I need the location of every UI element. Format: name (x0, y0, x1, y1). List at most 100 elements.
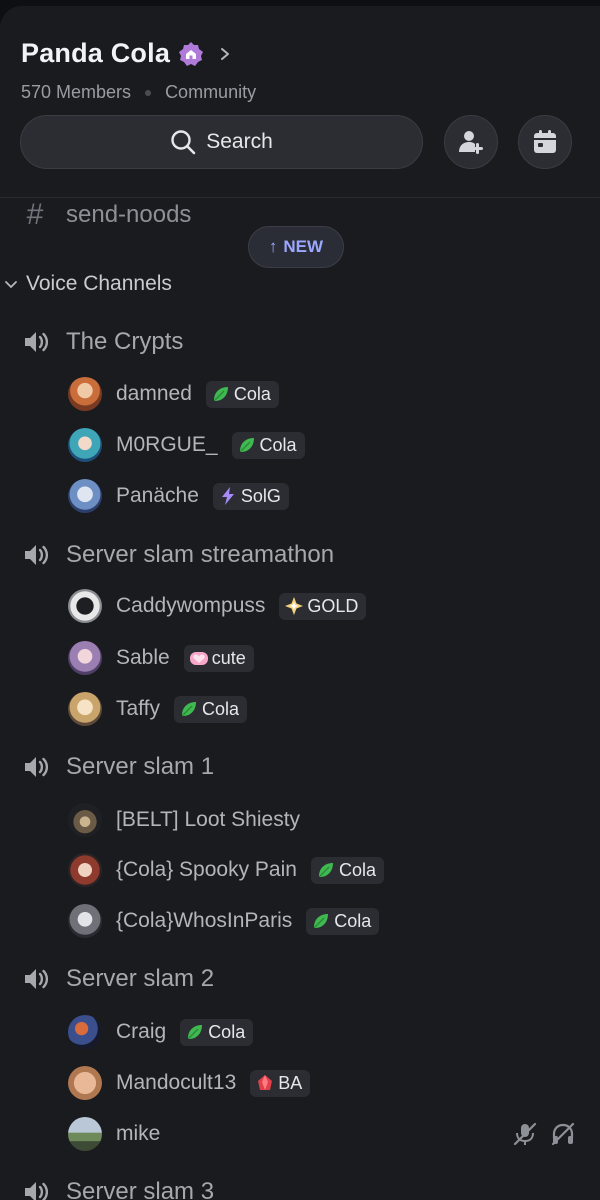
avatar (68, 1066, 102, 1100)
new-label: NEW (283, 237, 324, 256)
role-tag-label: SolG (240, 485, 281, 506)
invite-members-button[interactable] (444, 115, 498, 169)
add-user-icon (459, 131, 483, 154)
leaf-icon (181, 702, 196, 716)
role-tag: Cola (306, 907, 380, 935)
voice-member[interactable]: Taffy Cola (68, 691, 247, 727)
voice-channel-server-slam-streamathon[interactable]: Server slam streamathon (22, 541, 334, 569)
voice-member[interactable]: {Cola}WhosInParis Cola (68, 903, 380, 939)
role-tag-label: Cola (334, 910, 372, 931)
role-tag: Cola (205, 380, 279, 408)
role-tag-label: cute (211, 647, 246, 668)
avatar (68, 641, 102, 675)
heart-icon (189, 652, 208, 665)
server-name[interactable]: Panda Cola (21, 38, 170, 69)
voice-channel-name: The Crypts (66, 328, 184, 355)
server-panel: Panda Cola 570 Members Community Search … (0, 6, 600, 1200)
boost-badge-icon (178, 41, 204, 67)
avatar (68, 692, 102, 726)
voice-channel-name: Server slam streamathon (66, 541, 335, 568)
role-tag-label: Cola (338, 859, 376, 880)
avatar (68, 589, 102, 623)
member-name: Sable (116, 646, 170, 669)
role-tag: Cola (173, 695, 247, 723)
voice-channel-server-slam-1[interactable]: Server slam 1 (22, 753, 214, 781)
channel-list: # send-noods ↑ NEW Voice Channels The Cr… (0, 192, 600, 1200)
hash-icon: # (26, 198, 44, 231)
voice-member[interactable]: Craig Cola (68, 1014, 254, 1050)
voice-channel-server-slam-2[interactable]: Server slam 2 (22, 965, 214, 993)
voice-channel-name: Server slam 2 (66, 965, 215, 992)
speaker-icon (25, 545, 49, 565)
role-tag: Cola (231, 431, 305, 459)
chevron-right-icon[interactable] (218, 47, 232, 61)
speaker-icon (25, 332, 49, 352)
voice-member[interactable]: M0RGUE_ Cola (68, 427, 305, 463)
voice-channel-name: Server slam 1 (66, 753, 215, 780)
member-name: Mandocult13 (116, 1071, 237, 1094)
server-type: Community (165, 82, 257, 102)
member-name: {Cola} Spooky Pain (116, 858, 297, 881)
calendar-icon (534, 130, 556, 153)
server-title-row[interactable]: Panda Cola (21, 38, 232, 69)
gem-icon (258, 1075, 273, 1090)
avatar (68, 904, 102, 938)
role-tag: GOLD (279, 592, 367, 620)
speaker-icon (25, 969, 49, 989)
speaker-icon (25, 1182, 49, 1200)
member-name: Craig (116, 1020, 167, 1043)
voice-member[interactable]: Caddywompuss GOLD (68, 588, 367, 624)
role-tag-label: Cola (259, 434, 297, 455)
voice-channel-server-slam-3[interactable]: Server slam 3 (22, 1178, 214, 1200)
avatar (68, 803, 102, 837)
category-label: Voice Channels (26, 272, 172, 295)
role-tag-label: GOLD (307, 595, 359, 616)
server-header: Panda Cola 570 Members Community Search (0, 6, 600, 198)
member-name: M0RGUE_ (116, 433, 218, 456)
role-tag: SolG (212, 482, 289, 510)
member-status-icons (512, 1121, 576, 1147)
voice-member[interactable]: Mandocult13 BA (68, 1065, 311, 1101)
speaker-icon (25, 757, 49, 777)
avatar (68, 1015, 102, 1049)
voice-channel-name: Server slam 3 (66, 1178, 215, 1200)
voice-member[interactable]: damned Cola (68, 376, 279, 412)
voice-channel-the-crypts[interactable]: The Crypts (22, 328, 183, 356)
search-label: Search (206, 130, 273, 153)
voice-member[interactable]: mike (68, 1116, 160, 1152)
leaf-icon (314, 914, 329, 928)
member-name: damned (116, 382, 192, 405)
voice-member[interactable]: [BELT] Loot Shiesty (68, 802, 300, 838)
sparkle-icon (285, 597, 304, 615)
arrow-up-icon: ↑ (268, 237, 278, 256)
member-name: Taffy (116, 697, 160, 720)
role-tag: BA (250, 1069, 311, 1097)
mic-muted-icon (513, 1122, 537, 1146)
voice-member[interactable]: Sable cute (68, 640, 254, 676)
search-icon (171, 130, 196, 155)
text-channel-send-noods[interactable]: # send-noods (22, 198, 192, 232)
meta-separator (145, 89, 152, 96)
events-button[interactable] (518, 115, 572, 169)
role-tag-label: Cola (233, 383, 271, 404)
chevron-down-icon (5, 281, 17, 289)
leaf-icon (318, 863, 333, 877)
role-tag-label: Cola (208, 1021, 246, 1042)
member-name: mike (116, 1122, 161, 1145)
server-meta: 570 Members Community (21, 82, 256, 103)
text-channel-name: send-noods (66, 201, 192, 228)
voice-member[interactable]: Panäche SolG (68, 478, 289, 514)
leaf-icon (239, 438, 254, 452)
leaf-icon (188, 1025, 203, 1039)
new-messages-pill[interactable]: ↑ NEW (248, 226, 344, 268)
category-voice-channels[interactable]: Voice Channels (4, 272, 172, 296)
avatar (68, 428, 102, 462)
member-name: {Cola}WhosInParis (116, 909, 293, 932)
role-tag-label: BA (278, 1072, 303, 1093)
role-tag: cute (183, 644, 254, 672)
voice-member[interactable]: {Cola} Spooky Pain Cola (68, 852, 384, 888)
role-tag-label: Cola (201, 698, 239, 719)
member-name: [BELT] Loot Shiesty (116, 808, 301, 831)
avatar (68, 1117, 102, 1151)
search-button[interactable]: Search (20, 115, 423, 169)
